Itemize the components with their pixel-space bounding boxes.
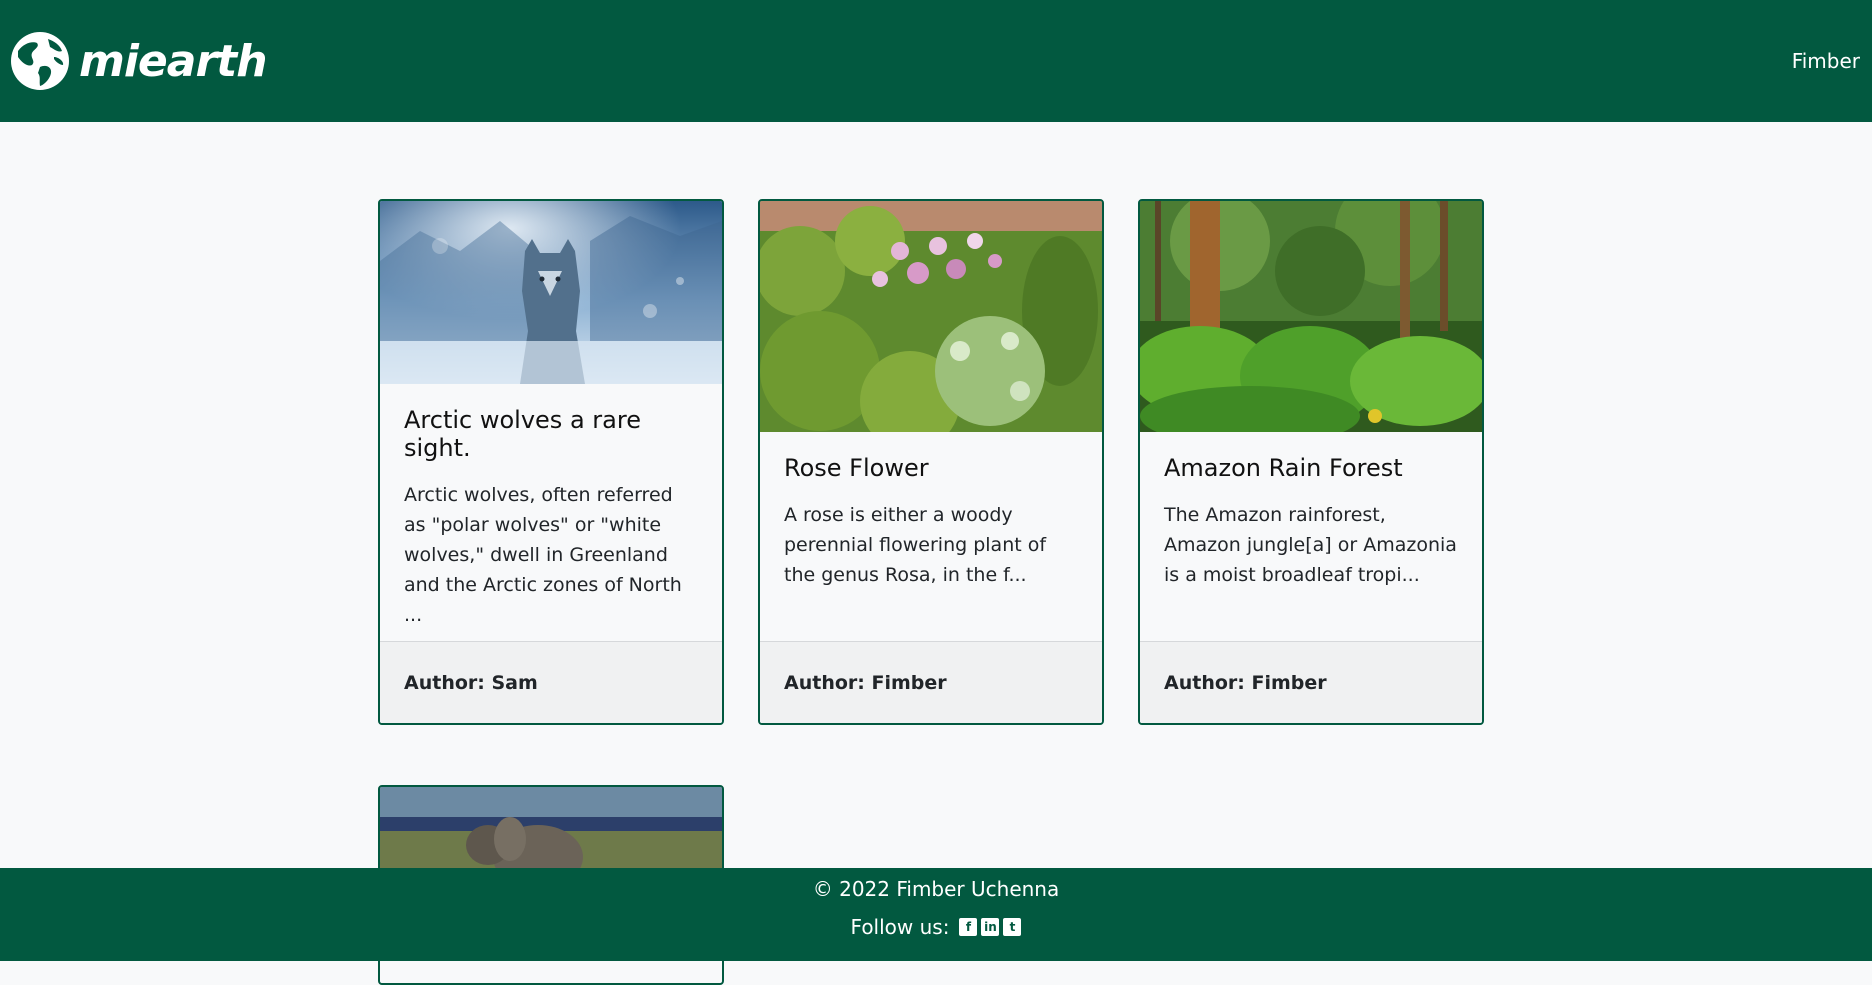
copyright-text: © 2022 Fimber Uchenna [812, 877, 1060, 901]
twitter-icon[interactable]: t [1003, 918, 1022, 936]
facebook-icon[interactable]: f [959, 918, 978, 936]
site-footer: © 2022 Fimber Uchenna Follow us: f in t [0, 868, 1872, 961]
card-body: Arctic wolves a rare sight. Arctic wolve… [380, 384, 722, 630]
nav-user-link[interactable]: Fimber [1792, 49, 1860, 73]
card-title[interactable]: Amazon Rain Forest [1164, 454, 1458, 482]
card-author: Author: Fimber [1140, 641, 1482, 723]
follow-us: Follow us: f in t [0, 915, 1872, 939]
arctic-wolf-photo [380, 201, 722, 384]
article-card[interactable]: Arctic wolves a rare sight. Arctic wolve… [378, 199, 724, 725]
card-title[interactable]: Rose Flower [784, 454, 1078, 482]
card-body: Amazon Rain Forest The Amazon rainforest… [1140, 432, 1482, 590]
navbar: miearth Fimber [0, 0, 1872, 122]
globe-icon [11, 32, 69, 90]
brand-logo[interactable]: miearth [10, 31, 268, 91]
card-text: The Amazon rainforest, Amazon jungle[a] … [1164, 504, 1457, 586]
card-title[interactable]: Arctic wolves a rare sight. [404, 406, 698, 462]
linkedin-icon[interactable]: in [981, 918, 1000, 936]
card-author: Author: Fimber [760, 641, 1102, 723]
card-text: Arctic wolves, often referred as "polar … [404, 484, 682, 626]
follow-label: Follow us: [850, 915, 950, 939]
card-body: Rose Flower A rose is either a woody per… [760, 432, 1102, 590]
card-author: Author: Sam [380, 641, 722, 723]
article-card[interactable]: Amazon Rain Forest The Amazon rainforest… [1138, 199, 1484, 725]
social-links: f in t [959, 918, 1022, 936]
article-card[interactable]: Rose Flower A rose is either a woody per… [758, 199, 1104, 725]
flower-garden-photo [760, 201, 1102, 432]
card-text: A rose is either a woody perennial flowe… [784, 504, 1047, 586]
brand-name: miearth [79, 35, 268, 87]
rainforest-photo [1140, 201, 1482, 432]
